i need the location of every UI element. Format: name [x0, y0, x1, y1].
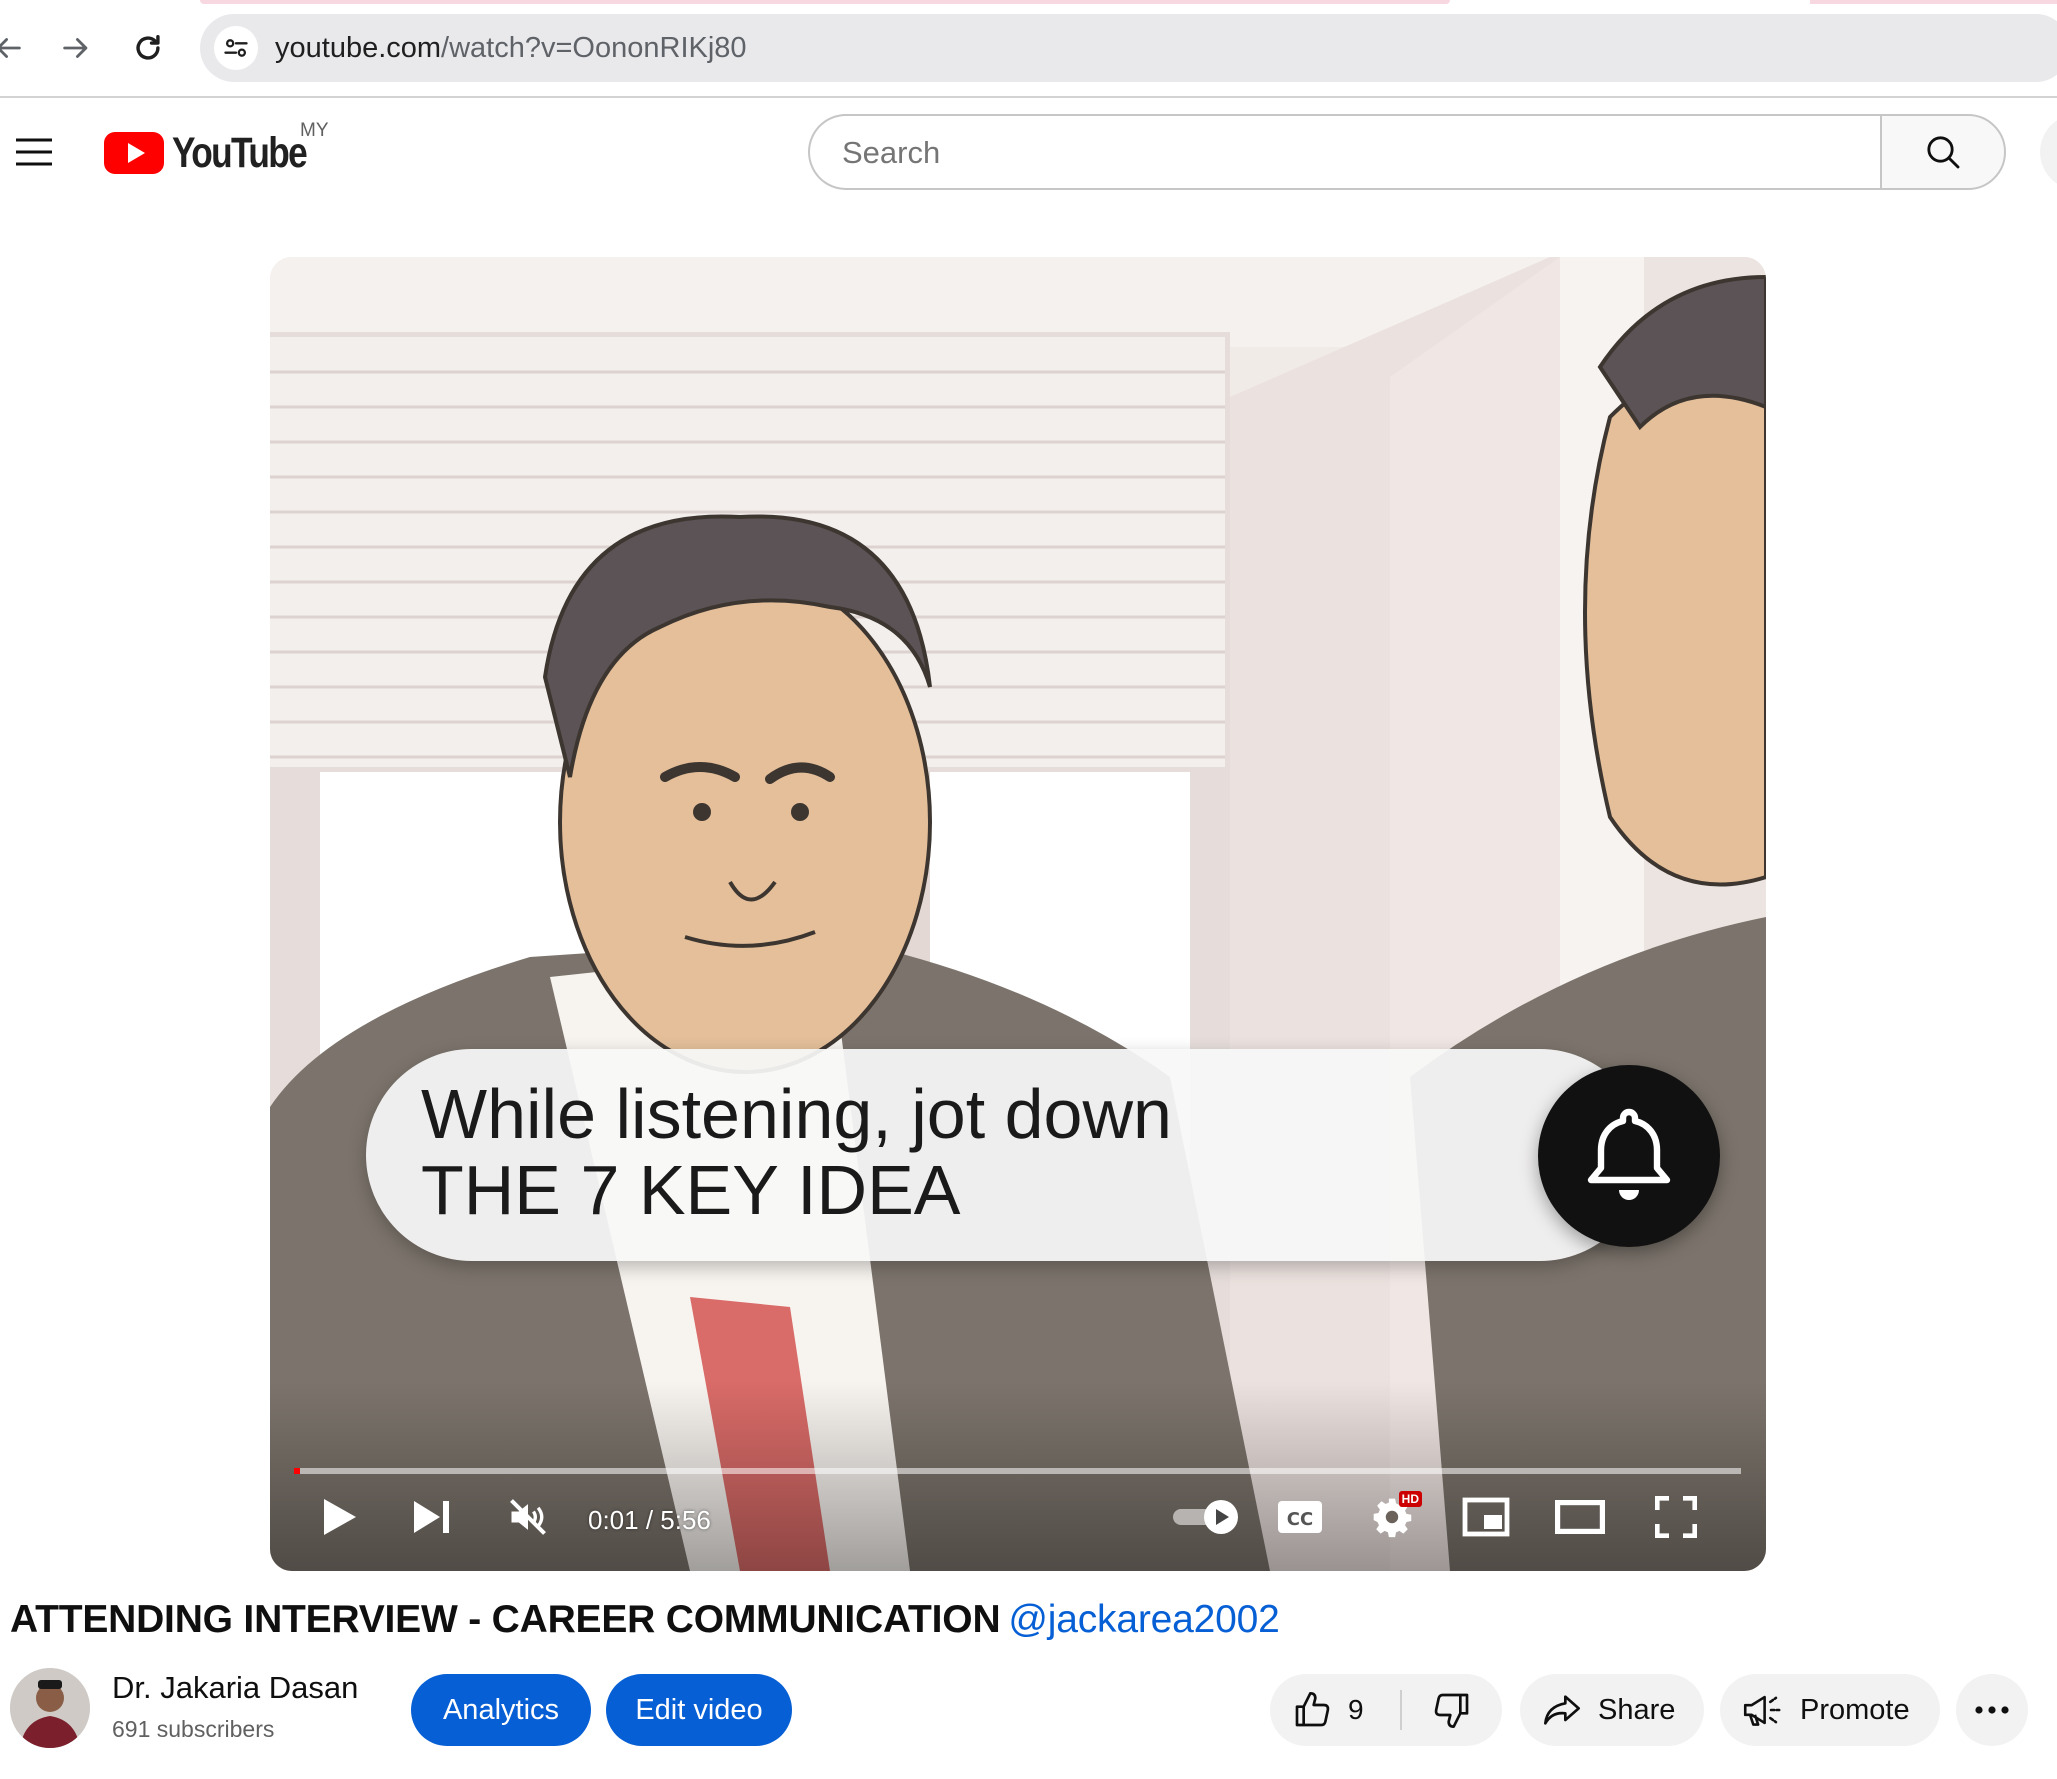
tab-accent: [1810, 0, 2057, 4]
more-options-icon: [1974, 1705, 2010, 1715]
region-code: MY: [300, 120, 329, 141]
mute-button[interactable]: [498, 1487, 558, 1547]
fullscreen-icon: [1655, 1496, 1697, 1538]
next-button[interactable]: [402, 1487, 462, 1547]
caption-line-1: While listening, jot down: [421, 1075, 1172, 1153]
search-icon: [1923, 132, 1963, 172]
more-actions-button[interactable]: [1956, 1674, 2028, 1746]
caption-banner: While listening, jot down THE 7 KEY IDEA: [366, 1049, 1646, 1261]
progress-played: [294, 1468, 300, 1474]
play-button[interactable]: [310, 1487, 370, 1547]
forward-button[interactable]: [54, 26, 98, 70]
bell-icon: [1579, 1100, 1679, 1212]
promote-label: Promote: [1800, 1693, 1910, 1726]
edit-video-button[interactable]: Edit video: [606, 1674, 792, 1746]
youtube-masthead: YouTube MY: [0, 98, 2057, 210]
progress-bar[interactable]: [294, 1468, 1741, 1474]
play-icon: [322, 1497, 358, 1537]
url-host: youtube.com: [275, 32, 442, 64]
reload-button[interactable]: [126, 26, 170, 70]
controls-gradient: [270, 1381, 1766, 1571]
time-display: 0:01 / 5:56: [588, 1505, 711, 1536]
channel-avatar[interactable]: [10, 1668, 90, 1748]
youtube-wordmark: YouTube: [172, 128, 308, 177]
search-input[interactable]: [840, 116, 1844, 190]
site-info-button[interactable]: [214, 26, 258, 70]
settings-button[interactable]: HD: [1362, 1487, 1422, 1547]
muted-volume-icon: [506, 1495, 550, 1539]
forward-arrow-icon: [59, 31, 93, 65]
miniplayer-button[interactable]: [1456, 1487, 1516, 1547]
share-arrow-icon: [1542, 1690, 1582, 1730]
time-total: 5:56: [660, 1505, 711, 1535]
autoplay-toggle[interactable]: [1170, 1489, 1244, 1545]
search-button[interactable]: [1880, 114, 2006, 190]
thumbs-up-icon: [1292, 1690, 1332, 1730]
subscriber-count: 691 subscribers: [112, 1716, 275, 1742]
share-label: Share: [1598, 1693, 1676, 1726]
promote-megaphone-icon: [1742, 1690, 1784, 1730]
like-dislike-group: 9: [1270, 1674, 1502, 1746]
video-frame-illustration: [270, 257, 1766, 1571]
reload-icon: [131, 31, 165, 65]
theater-mode-icon: [1555, 1500, 1605, 1534]
fullscreen-button[interactable]: [1646, 1487, 1706, 1547]
guide-menu-button[interactable]: [10, 128, 58, 176]
settings-gear-icon: HD: [1370, 1491, 1422, 1539]
captions-button[interactable]: CC: [1270, 1487, 1330, 1547]
time-separator: /: [638, 1505, 661, 1535]
hamburger-menu-icon: [10, 128, 58, 176]
active-tab-accent: [200, 0, 1450, 4]
promote-button[interactable]: Promote: [1720, 1674, 1940, 1746]
url-text[interactable]: youtube.com/watch?v=OononRIKj80: [275, 31, 747, 65]
hd-badge: HD: [1398, 1491, 1422, 1507]
site-info-icon: [222, 34, 250, 62]
like-count: 9: [1348, 1694, 1364, 1725]
channel-name[interactable]: Dr. Jakaria Dasan: [112, 1670, 358, 1706]
next-icon: [412, 1499, 452, 1535]
video-title-text: ATTENDING INTERVIEW - CAREER COMMUNICATI…: [10, 1598, 1001, 1641]
miniplayer-icon: [1462, 1497, 1510, 1537]
video-player[interactable]: While listening, jot down THE 7 KEY IDEA…: [270, 257, 1766, 1571]
back-arrow-icon: [0, 31, 25, 65]
caption-line-2: THE 7 KEY IDEA: [421, 1151, 961, 1229]
like-button[interactable]: 9: [1270, 1674, 1400, 1746]
address-bar[interactable]: youtube.com/watch?v=OononRIKj80: [200, 14, 2057, 82]
dislike-button[interactable]: [1402, 1674, 1502, 1746]
autoplay-toggle-icon: [1171, 1497, 1243, 1537]
search-box: [808, 114, 1880, 190]
video-title: ATTENDING INTERVIEW - CAREER COMMUNICATI…: [10, 1598, 1280, 1642]
title-handle-link[interactable]: @jackarea2002: [1008, 1598, 1279, 1641]
thumbs-down-icon: [1432, 1690, 1472, 1730]
subscribe-bell-overlay[interactable]: [1538, 1065, 1720, 1247]
theater-mode-button[interactable]: [1550, 1487, 1610, 1547]
url-path: /watch?v=OononRIKj80: [441, 32, 747, 64]
analytics-button[interactable]: Analytics: [411, 1674, 591, 1746]
time-current: 0:01: [588, 1505, 639, 1535]
captions-icon: CC: [1277, 1500, 1323, 1534]
youtube-logo-icon: [104, 132, 164, 174]
voice-search-button[interactable]: [2040, 114, 2057, 190]
browser-toolbar: youtube.com/watch?v=OononRIKj80: [0, 0, 2057, 98]
share-button[interactable]: Share: [1520, 1674, 1704, 1746]
svg-text:CC: CC: [1287, 1509, 1313, 1530]
back-button[interactable]: [0, 26, 30, 70]
